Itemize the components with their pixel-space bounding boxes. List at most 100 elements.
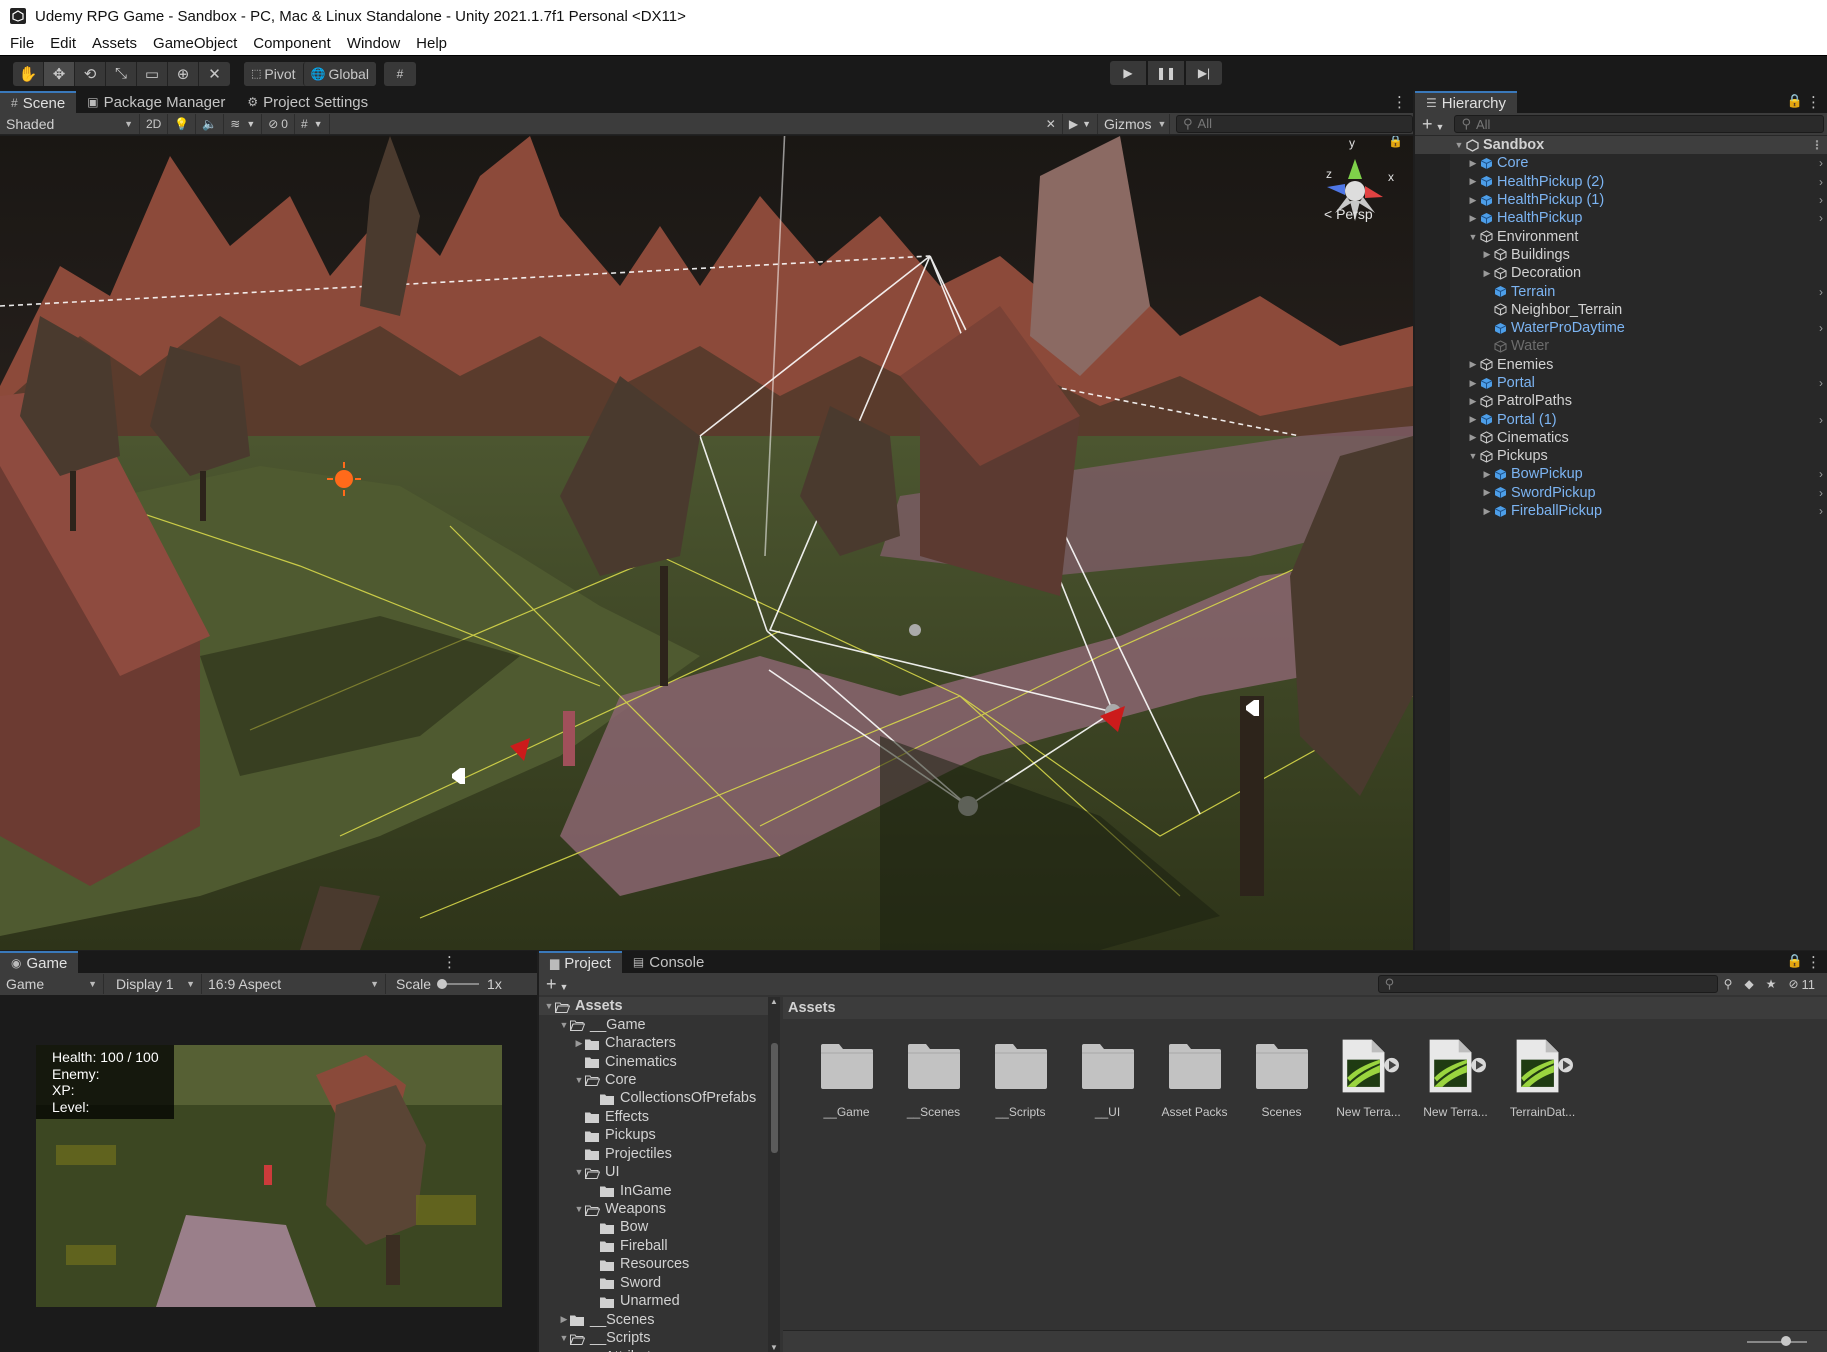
favorites-button[interactable]: ★ (1760, 974, 1783, 994)
gizmos-dropdown[interactable]: Gizmos ▼ (1098, 113, 1170, 134)
menu-assets[interactable]: Assets (84, 35, 145, 52)
asset-folder[interactable]: __UI (1064, 1035, 1151, 1119)
tree-ingame[interactable]: InGame (539, 1181, 780, 1199)
hier-cinematics[interactable]: ▶ Cinematics (1415, 429, 1827, 447)
tree-resources[interactable]: Resources (539, 1255, 780, 1273)
camera-dropdown[interactable]: ▶ ▼ (1063, 113, 1098, 134)
tree-scripts[interactable]: ▼ __Scripts (539, 1329, 780, 1347)
step-button[interactable]: ▶| (1186, 61, 1222, 85)
open-prefab-icon[interactable]: › (1819, 376, 1823, 390)
chevron-right-icon[interactable]: ▶ (558, 1314, 570, 1325)
hierarchy-scene-root[interactable]: ▼ Sandbox ⋮ (1415, 136, 1827, 155)
hier-enemies[interactable]: ▶ Enemies (1415, 356, 1827, 374)
chevron-down-icon[interactable]: ▼ (1467, 451, 1479, 461)
hier-terrain[interactable]: Terrain › (1415, 282, 1827, 300)
search-by-label-button[interactable]: ◆ (1738, 974, 1759, 994)
chevron-down-icon[interactable]: ▼ (573, 1075, 585, 1085)
aspect-dropdown[interactable]: 16:9 Aspect ▼ (202, 974, 386, 994)
hier-waterprodaytime[interactable]: WaterProDaytime › (1415, 319, 1827, 337)
lighting-toggle[interactable]: 💡 (168, 113, 197, 134)
create-button[interactable]: + ▼ (546, 974, 568, 995)
asset-terrain-layer[interactable]: New Terra... (1412, 1035, 1499, 1119)
hier-water[interactable]: Water (1415, 337, 1827, 355)
chevron-right-icon[interactable]: ▶ (1467, 432, 1479, 443)
hier-decoration[interactable]: ▶ Decoration (1415, 264, 1827, 282)
chevron-down-icon[interactable]: ▼ (543, 1001, 555, 1011)
tree-scrollbar[interactable]: ▲ ▼ (768, 997, 780, 1352)
game-menu-icon[interactable]: ⋮ (442, 953, 457, 971)
open-prefab-icon[interactable]: › (1819, 504, 1823, 518)
icon-size-slider[interactable] (1747, 1341, 1807, 1343)
menu-window[interactable]: Window (339, 35, 408, 52)
chevron-right-icon[interactable]: ▶ (1481, 487, 1493, 498)
transform-tool-icon[interactable]: ⊕ (168, 61, 199, 86)
game-mode-dropdown[interactable]: Game ▼ (0, 974, 104, 994)
tree-effects[interactable]: Effects (539, 1108, 780, 1126)
menu-edit[interactable]: Edit (42, 35, 84, 52)
menu-help[interactable]: Help (408, 35, 455, 52)
tab-scene[interactable]: # Scene (0, 91, 77, 113)
hier-healthpickup[interactable]: ▶ HealthPickup › (1415, 209, 1827, 227)
pause-button[interactable]: ❚❚ (1148, 61, 1184, 85)
tree-sword[interactable]: Sword (539, 1274, 780, 1292)
hierarchy-search-input[interactable]: ⚲ All (1454, 115, 1825, 133)
game-view[interactable]: Health: 100 / 100 Enemy: XP: Level: (36, 1045, 502, 1307)
open-prefab-icon[interactable]: › (1819, 486, 1823, 500)
hier-pickups[interactable]: ▼ Pickups (1415, 447, 1827, 465)
chevron-down-icon[interactable]: ▼ (558, 1333, 570, 1343)
display-dropdown[interactable]: Display 1 ▼ (104, 974, 202, 994)
audio-toggle[interactable]: 🔈 (196, 113, 225, 134)
rotate-tool-icon[interactable]: ⟲ (75, 61, 106, 86)
hier-neighbor-terrain[interactable]: Neighbor_Terrain (1415, 301, 1827, 319)
chevron-right-icon[interactable]: ▶ (1481, 506, 1493, 517)
tree-collectionsofprefabs[interactable]: CollectionsOfPrefabs (539, 1089, 780, 1107)
chevron-right-icon[interactable]: ▶ (1481, 249, 1493, 260)
add-button[interactable]: + ▼ (1422, 114, 1444, 135)
chevron-right-icon[interactable]: ▶ (1481, 268, 1493, 279)
chevron-right-icon[interactable]: ▶ (1467, 158, 1479, 169)
chevron-right-icon[interactable]: ▶ (1467, 195, 1479, 206)
chevron-right-icon[interactable]: ▶ (573, 1038, 585, 1049)
hier-healthpickup-1[interactable]: ▶ HealthPickup (1) › (1415, 191, 1827, 209)
tree-assets[interactable]: ▼ Assets (539, 997, 780, 1016)
chevron-down-icon[interactable]: ▼ (1467, 232, 1479, 242)
scene-viewport[interactable]: y x z 🔒 < Persp (0, 136, 1413, 950)
hier-environment[interactable]: ▼ Environment (1415, 227, 1827, 245)
hidden-packages-toggle[interactable]: ⊘ 11 (1782, 974, 1821, 994)
chevron-right-icon[interactable]: ▶ (1467, 213, 1479, 224)
toggle-2d-button[interactable]: 2D (140, 113, 169, 134)
scene-menu-icon[interactable]: ⋮ (1811, 138, 1823, 152)
chevron-right-icon[interactable]: ▶ (1467, 378, 1479, 389)
chevron-down-icon[interactable]: ▼ (573, 1204, 585, 1214)
open-prefab-icon[interactable]: › (1819, 193, 1823, 207)
lock-icon[interactable]: 🔒 (1388, 136, 1403, 148)
hand-tool-icon[interactable]: ✋ (13, 61, 44, 86)
project-menu-icon[interactable]: ⋮ (1806, 953, 1821, 971)
tab-hierarchy[interactable]: ☰ Hierarchy (1415, 91, 1517, 113)
tree-characters[interactable]: ▶ Characters (539, 1034, 780, 1052)
hier-healthpickup-2[interactable]: ▶ HealthPickup (2) › (1415, 173, 1827, 191)
hier-core[interactable]: ▶ Core › (1415, 154, 1827, 172)
search-by-type-button[interactable]: ⚲ (1718, 974, 1739, 994)
scene-search-input[interactable]: ⚲ All (1176, 114, 1413, 133)
tab-console[interactable]: ▤ Console (622, 951, 715, 973)
rect-tool-icon[interactable]: ▭ (137, 61, 168, 86)
asset-folder[interactable]: Scenes (1238, 1035, 1325, 1119)
project-search-input[interactable]: ⚲ (1377, 975, 1718, 993)
hier-bowpickup[interactable]: ▶ BowPickup › (1415, 465, 1827, 483)
scroll-up-icon[interactable]: ▲ (770, 997, 778, 1006)
open-prefab-icon[interactable]: › (1819, 211, 1823, 225)
global-button[interactable]: 🌐 Global (302, 61, 376, 86)
tree-cinematics[interactable]: Cinematics (539, 1052, 780, 1070)
tab-project-settings[interactable]: ⚙ Project Settings (236, 91, 379, 113)
tools-button[interactable]: ✕ (1040, 113, 1063, 134)
scale-slider[interactable] (437, 979, 480, 989)
scene-menu-icon[interactable]: ⋮ (1392, 93, 1407, 111)
chevron-right-icon[interactable]: ▶ (1467, 414, 1479, 425)
play-button[interactable]: ▶ (1110, 61, 1146, 85)
chevron-right-icon[interactable]: ▶ (1481, 469, 1493, 480)
open-prefab-icon[interactable]: › (1819, 321, 1823, 335)
persp-toggle[interactable]: < Persp (1324, 206, 1373, 222)
chevron-right-icon[interactable]: ▶ (1467, 176, 1479, 187)
menu-file[interactable]: File (2, 35, 42, 52)
